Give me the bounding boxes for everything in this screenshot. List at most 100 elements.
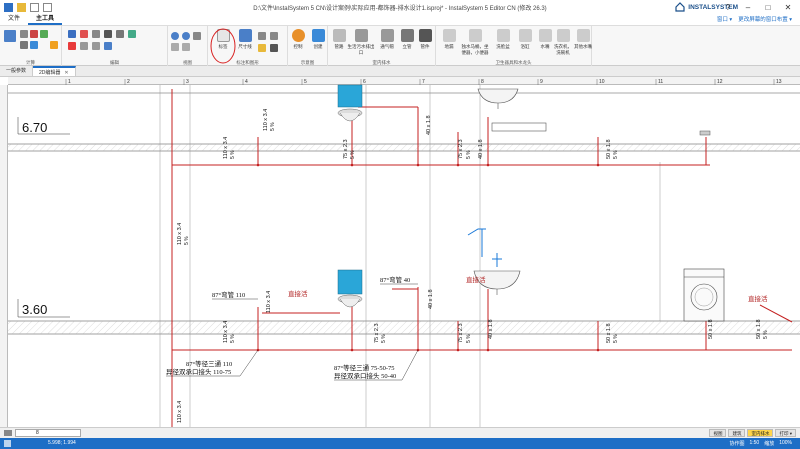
layer-select[interactable]: 8: [15, 429, 81, 437]
pipe-label-3: 75 x 2.3: [343, 139, 349, 159]
tab-print[interactable]: 打印 ▾: [775, 429, 796, 437]
annotation-tee-110: 87°等径三通 110: [186, 359, 232, 368]
tab-main-tools[interactable]: 主工具: [28, 14, 63, 25]
paste-icon[interactable]: [68, 30, 76, 38]
outlet-icon: [354, 29, 368, 42]
tab-building[interactable]: 建筑: [728, 429, 746, 437]
bathtub-fixture[interactable]: [491, 122, 547, 132]
new-file-icon[interactable]: [30, 2, 39, 12]
washer-button[interactable]: 洗衣机，洗碗机: [552, 29, 574, 56]
maximize-button[interactable]: □: [758, 1, 778, 13]
close-button[interactable]: ✕: [778, 1, 798, 13]
status-mode[interactable]: 协作图: [729, 440, 744, 447]
pan-icon[interactable]: [171, 43, 179, 51]
zoom-out-icon[interactable]: [182, 32, 190, 40]
group-calculation: 计算: [0, 26, 62, 67]
toilet-button[interactable]: 独水马桶，坐便器，小便器: [460, 29, 490, 56]
print-icon[interactable]: [30, 30, 38, 38]
cut-icon[interactable]: [80, 30, 88, 38]
group-fixtures: 地漏 独水马桶，坐便器，小便器 洗脸盆 浴缸 水嘴 洗衣机，洗碗机 其他水嘴 卫…: [436, 26, 592, 67]
save-icon[interactable]: [4, 2, 13, 12]
layout-menu[interactable]: 更改屏幕的窗口布置 ▾: [738, 15, 792, 23]
washbasin-button[interactable]: 洗脸盆: [492, 29, 514, 50]
annotation-elbow-40: 87°弯管 40: [380, 275, 410, 284]
slope-label-11: 5 %: [763, 330, 769, 339]
mirror-icon[interactable]: [116, 30, 124, 38]
slope-label-5: 5 %: [613, 150, 619, 159]
elevation-marker-upper: 6.70: [17, 117, 70, 135]
tab-file[interactable]: 文件: [0, 14, 28, 25]
calculate-icon[interactable]: [4, 30, 16, 42]
grid-icon[interactable]: [20, 30, 28, 38]
rotate-icon[interactable]: [104, 30, 112, 38]
pipe-label-6: 40 x 1.8: [478, 139, 484, 159]
move-icon[interactable]: [128, 30, 136, 38]
close-tab-icon[interactable]: ✕: [64, 70, 68, 76]
title-bar: D:\文件\InstalSystem 5 CN\设计案例\实际应用-都饰器-排水…: [0, 0, 800, 14]
drawing-svg[interactable]: 1 2 3 4 5 6 7 8 9 10 11 12 13 6.70 3.60 …: [0, 77, 800, 427]
pipe-label-9: 110 x 3.4: [266, 291, 272, 313]
toilet-fixture-lower[interactable]: [337, 269, 363, 308]
pipe-label-12: 75 x 2.3: [458, 323, 464, 343]
bend-button[interactable]: 管件: [414, 29, 436, 50]
tab-view[interactable]: 视图: [709, 429, 727, 437]
create-button[interactable]: 创建: [308, 29, 328, 50]
refresh-icon[interactable]: [182, 43, 190, 51]
outlet-button[interactable]: 生活污水排出口: [346, 29, 376, 56]
shape-icon[interactable]: [270, 44, 278, 52]
annotation-tee-75: 87°等径三通 75-50-75: [334, 363, 395, 372]
tab-2d-editor[interactable]: 2D编辑器 ✕: [33, 66, 76, 76]
undo-icon[interactable]: [80, 42, 88, 50]
floor-drain-upper[interactable]: [699, 130, 711, 136]
zoom-in-icon[interactable]: [171, 32, 179, 40]
window-menu[interactable]: 窗口 ▾: [717, 15, 732, 23]
pipe-label-11: 40 x 1.8: [428, 289, 434, 309]
washbasin-fixture-upper[interactable]: [477, 88, 519, 109]
line-icon[interactable]: [270, 32, 278, 40]
pipe-label-13: 40 x 1.8: [488, 319, 494, 339]
image-icon[interactable]: [258, 44, 266, 52]
floor-drain-button[interactable]: 地漏: [438, 29, 460, 50]
select-icon[interactable]: [104, 42, 112, 50]
delete-icon[interactable]: [68, 42, 76, 50]
dimension-button[interactable]: 尺寸线: [234, 29, 256, 50]
ruler-number: 9: [540, 79, 543, 85]
drain-pipe-upper[interactable]: [171, 89, 710, 427]
copy-icon[interactable]: [92, 30, 100, 38]
copy-icon[interactable]: [43, 2, 52, 12]
drawing-canvas[interactable]: 1 2 3 4 5 6 7 8 9 10 11 12 13 6.70 3.60 …: [0, 77, 800, 427]
tab-indoor-drainage[interactable]: 室内排水: [747, 429, 774, 437]
zoom-fit-icon[interactable]: [193, 32, 201, 40]
bathtub-button[interactable]: 浴缸: [514, 29, 536, 50]
table-icon[interactable]: [40, 30, 48, 38]
washer-icon: [556, 29, 570, 42]
list-icon[interactable]: [20, 41, 28, 49]
warning-icon[interactable]: [50, 41, 58, 49]
text-icon[interactable]: [258, 32, 266, 40]
bend-icon: [418, 29, 432, 42]
shower-faucet[interactable]: [467, 228, 502, 267]
redo-icon[interactable]: [92, 42, 100, 50]
other-faucet-icon: [576, 29, 590, 42]
pipe-icon: [332, 29, 346, 42]
tab-general-params[interactable]: 一般参数: [0, 66, 34, 76]
document-tabs: 一般参数 2D编辑器 ✕: [0, 66, 800, 77]
annotation-fixture-1: 直接活: [288, 289, 308, 298]
status-bar: 5.998; 1.994 协作图 1:50 缩放 100%: [0, 438, 800, 449]
vent-button[interactable]: 通气帽: [376, 29, 398, 50]
slope-label-10: 5 %: [613, 334, 619, 343]
group-indoor-drainage: 管路 生活污水排出口 通气帽 立管 管件 室内排水: [328, 26, 436, 67]
report-icon[interactable]: [30, 41, 38, 49]
control-button[interactable]: 控制: [288, 29, 308, 50]
washbasin-button-text: 洗脸盆: [496, 44, 510, 49]
elevation-label-lower: 3.60: [22, 302, 47, 317]
minimize-button[interactable]: –: [738, 1, 758, 13]
other-faucet-button[interactable]: 其他水嘴: [572, 29, 594, 50]
status-scale[interactable]: 1:50: [749, 440, 759, 447]
help-icon[interactable]: ?: [718, 1, 738, 13]
status-zoom-value[interactable]: 100%: [779, 440, 792, 447]
pipe-label-8: 110 x 3.4: [223, 321, 229, 343]
open-folder-icon[interactable]: [17, 2, 26, 12]
toilet-fixture-upper[interactable]: [337, 84, 363, 122]
washing-machine[interactable]: [683, 268, 725, 322]
